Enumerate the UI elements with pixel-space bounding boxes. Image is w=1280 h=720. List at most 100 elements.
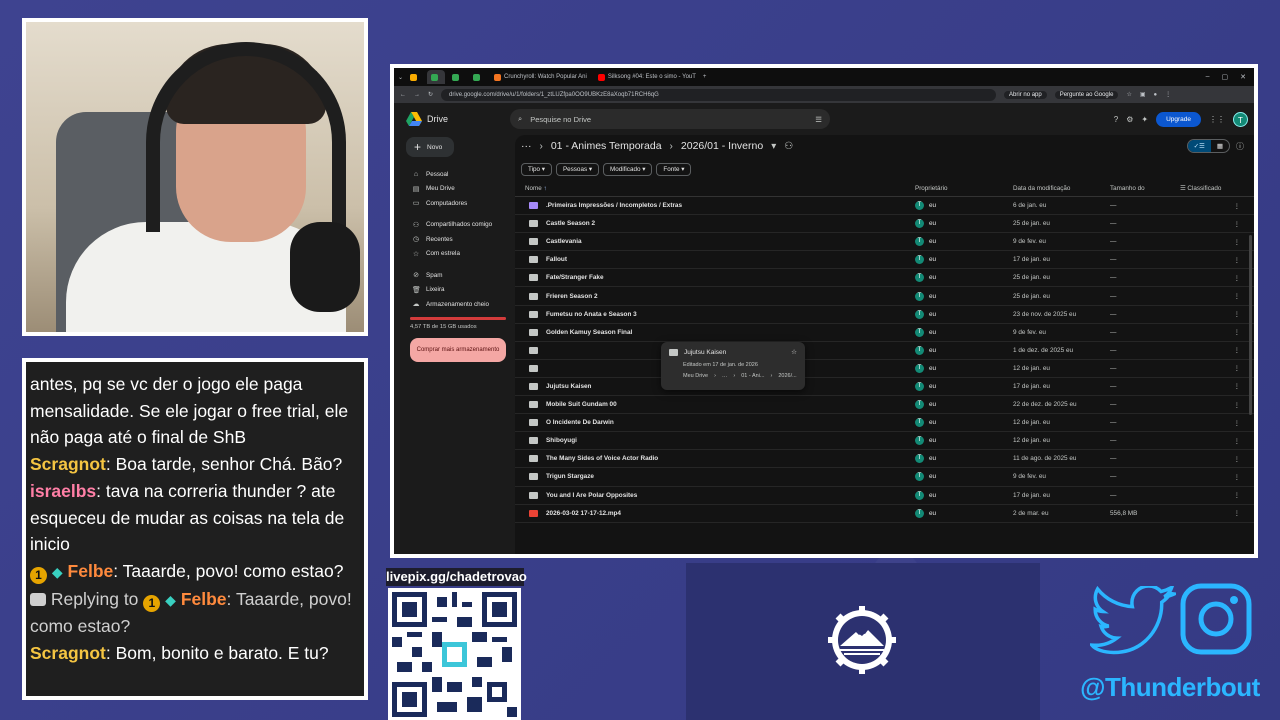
more-actions-icon[interactable]: ⋮: [1180, 437, 1254, 445]
filter-modificado[interactable]: Modificado ▾: [603, 162, 653, 176]
list-view-icon[interactable]: ✓☰: [1187, 140, 1211, 152]
sidebar-item-armazenamento[interactable]: ☁ Armazenamento cheio: [402, 297, 514, 312]
file-row[interactable]: You and I Are Polar Opposites Teu 17 de ja…: [515, 487, 1254, 505]
new-button[interactable]: + Novo: [406, 137, 454, 157]
sidebar-item-computadores[interactable]: ▭ Computadores: [402, 196, 514, 211]
minimize-icon[interactable]: –: [1206, 73, 1210, 81]
more-actions-icon[interactable]: ⋮: [1180, 202, 1254, 210]
chevron-down-icon[interactable]: ▾: [771, 141, 776, 152]
more-actions-icon[interactable]: ⋮: [1180, 509, 1254, 517]
upgrade-button[interactable]: Upgrade: [1156, 111, 1201, 127]
file-row[interactable]: Teu 12 de jan. eu — ⋮: [515, 360, 1254, 378]
sidebar-item-compartilhados[interactable]: ⚇ Compartilhados comigo: [402, 218, 514, 233]
more-actions-icon[interactable]: ⋮: [1180, 274, 1254, 282]
search-options-icon[interactable]: ☰: [815, 115, 822, 124]
sidebar-item-lixeira[interactable]: 🗑 Lixeira: [402, 283, 514, 298]
more-actions-icon[interactable]: ⋮: [1180, 419, 1254, 427]
column-name[interactable]: Nome ↑: [515, 185, 915, 192]
filter-pessoas[interactable]: Pessoas ▾: [555, 162, 600, 176]
more-actions-icon[interactable]: ⋮: [1180, 310, 1254, 318]
sidebar-item-pessoal[interactable]: ⌂ Pessoal: [402, 167, 514, 182]
more-actions-icon[interactable]: ⋮: [1180, 220, 1254, 228]
open-in-app-button[interactable]: Abrir no app: [1004, 90, 1047, 99]
drive-logo[interactable]: Drive: [406, 112, 510, 126]
sort-arrow-up-icon[interactable]: ↑: [544, 185, 547, 192]
file-row[interactable]: Golden Kamuy Season Final Teu 9 de fev. eu…: [515, 324, 1254, 342]
settings-gear-icon[interactable]: ⚙: [1126, 115, 1133, 124]
file-row[interactable]: 2026-03-02 17-17-12.mp4 Teu 2 de mar. eu 55…: [515, 505, 1254, 523]
browser-tab[interactable]: [448, 70, 466, 84]
breadcrumb-parent[interactable]: 01 - Animes Temporada: [551, 140, 662, 152]
bookmark-star-icon[interactable]: ☆: [1126, 91, 1131, 98]
gemini-sparkle-icon[interactable]: ✦: [1141, 115, 1148, 124]
file-row[interactable]: Trigun Stargaze Teu 9 de fev. eu — ⋮: [515, 468, 1254, 487]
more-actions-icon[interactable]: ⋮: [1180, 401, 1254, 409]
help-icon[interactable]: ?: [1114, 115, 1118, 124]
more-actions-icon[interactable]: ⋮: [1180, 238, 1254, 246]
ask-google-button[interactable]: Pergunte ao Google: [1054, 90, 1119, 99]
more-actions-icon[interactable]: ⋮: [1180, 455, 1254, 463]
file-row[interactable]: Fate/Stranger Fake Teu 25 de jan. eu — ⋮: [515, 269, 1254, 288]
new-tab-icon[interactable]: +: [703, 74, 707, 80]
file-row[interactable]: Jujutsu Kaisen Teu 17 de jan. eu — ⋮: [515, 378, 1254, 397]
sidebar-item-com-estrela[interactable]: ☆ Com estrela: [402, 247, 514, 262]
file-row[interactable]: Shiboyugi Teu 12 de jan. eu — ⋮: [515, 432, 1254, 451]
browser-tab-youtube[interactable]: Silksong #04: Este o simo - YouT: [594, 70, 700, 84]
info-icon[interactable]: ⓘ: [1236, 141, 1244, 152]
grid-view-icon[interactable]: ▦: [1211, 140, 1229, 152]
sidebar-item-meu-drive[interactable]: ▤ Meu Drive: [402, 182, 514, 197]
breadcrumb-current[interactable]: 2026/01 - Inverno: [681, 140, 763, 152]
filter-tipo[interactable]: Tipo ▾: [521, 162, 552, 176]
more-actions-icon[interactable]: ⋮: [1180, 346, 1254, 354]
path-segment[interactable]: 01 - Ani...: [741, 373, 764, 379]
file-row[interactable]: Castle Season 2 Teu 25 de jan. eu — ⋮: [515, 215, 1254, 234]
account-avatar[interactable]: T: [1233, 111, 1248, 127]
profile-icon[interactable]: ●: [1154, 92, 1158, 98]
tab-search-icon[interactable]: ⌄: [398, 74, 403, 81]
more-actions-icon[interactable]: ⋮: [1180, 292, 1254, 300]
close-icon[interactable]: ✕: [1240, 73, 1246, 81]
address-bar[interactable]: drive.google.com/drive/u/1/folders/1_ztL…: [441, 88, 997, 101]
path-segment[interactable]: 2026/...: [778, 373, 796, 379]
more-actions-icon[interactable]: ⋮: [1180, 364, 1254, 372]
star-icon[interactable]: ☆: [791, 348, 797, 356]
more-actions-icon[interactable]: ⋮: [1180, 491, 1254, 499]
more-actions-icon[interactable]: ⋮: [1180, 473, 1254, 481]
file-row[interactable]: Mobile Suit Gundam 00 Teu 22 de dez. de 20…: [515, 396, 1254, 415]
column-size[interactable]: Tamanho do: [1110, 185, 1180, 192]
column-date[interactable]: Data da modificação: [1013, 185, 1110, 192]
file-row[interactable]: .Primeiras Impressões / Incompletos / Ex…: [515, 197, 1254, 216]
breadcrumb-more-icon[interactable]: ···: [521, 140, 532, 152]
sidebar-item-spam[interactable]: ⊘ Spam: [402, 268, 514, 283]
maximize-icon[interactable]: ▢: [1222, 73, 1229, 81]
forward-icon[interactable]: →: [414, 92, 420, 98]
path-segment[interactable]: Meu Drive: [683, 373, 708, 379]
browser-tab-crunchyroll[interactable]: Crunchyroll: Watch Popular Ani: [490, 70, 591, 84]
file-row[interactable]: O Incidente De Darwin Teu 12 de jan. eu — ⋮: [515, 414, 1254, 433]
sort-classificado[interactable]: ☰ Classificado: [1180, 185, 1254, 192]
sidebar-item-recentes[interactable]: ◷ Recentes: [402, 232, 514, 247]
back-icon[interactable]: ←: [400, 92, 406, 98]
file-row[interactable]: Fumetsu no Anata e Season 3 Teu 23 de nov.…: [515, 306, 1254, 324]
column-owner[interactable]: Proprietário: [915, 185, 1013, 192]
file-row[interactable]: Frieren Season 2 Teu 25 de jan. eu — ⋮: [515, 287, 1254, 306]
browser-tab[interactable]: [469, 70, 487, 84]
more-actions-icon[interactable]: ⋮: [1180, 256, 1254, 264]
more-actions-icon[interactable]: ⋮: [1180, 328, 1254, 336]
drive-search-input[interactable]: ⌕ Pesquise no Drive ☰: [510, 109, 830, 129]
file-row[interactable]: Fallout Teu 17 de jan. eu — ⋮: [515, 251, 1254, 270]
file-row[interactable]: Castlevania Teu 9 de fev. eu — ⋮: [515, 233, 1254, 252]
file-row[interactable]: The Many Sides of Voice Actor Radio Teu 11…: [515, 450, 1254, 469]
more-actions-icon[interactable]: ⋮: [1180, 382, 1254, 390]
file-row[interactable]: Teu 1 de dez. de 2025 eu — ⋮: [515, 342, 1254, 360]
extensions-icon[interactable]: ▣: [1140, 91, 1146, 98]
reload-icon[interactable]: ↻: [428, 91, 433, 98]
apps-grid-icon[interactable]: ⋮⋮: [1209, 115, 1225, 124]
browser-tab[interactable]: [427, 70, 446, 84]
scrollbar[interactable]: [1249, 235, 1252, 415]
buy-storage-button[interactable]: Comprar mais armazenamento: [410, 337, 506, 362]
browser-tab[interactable]: [406, 70, 424, 84]
filter-fonte[interactable]: Fonte ▾: [656, 162, 692, 176]
browser-menu-icon[interactable]: ⋮: [1165, 91, 1171, 98]
file-name: Shiboyugi: [546, 437, 577, 445]
